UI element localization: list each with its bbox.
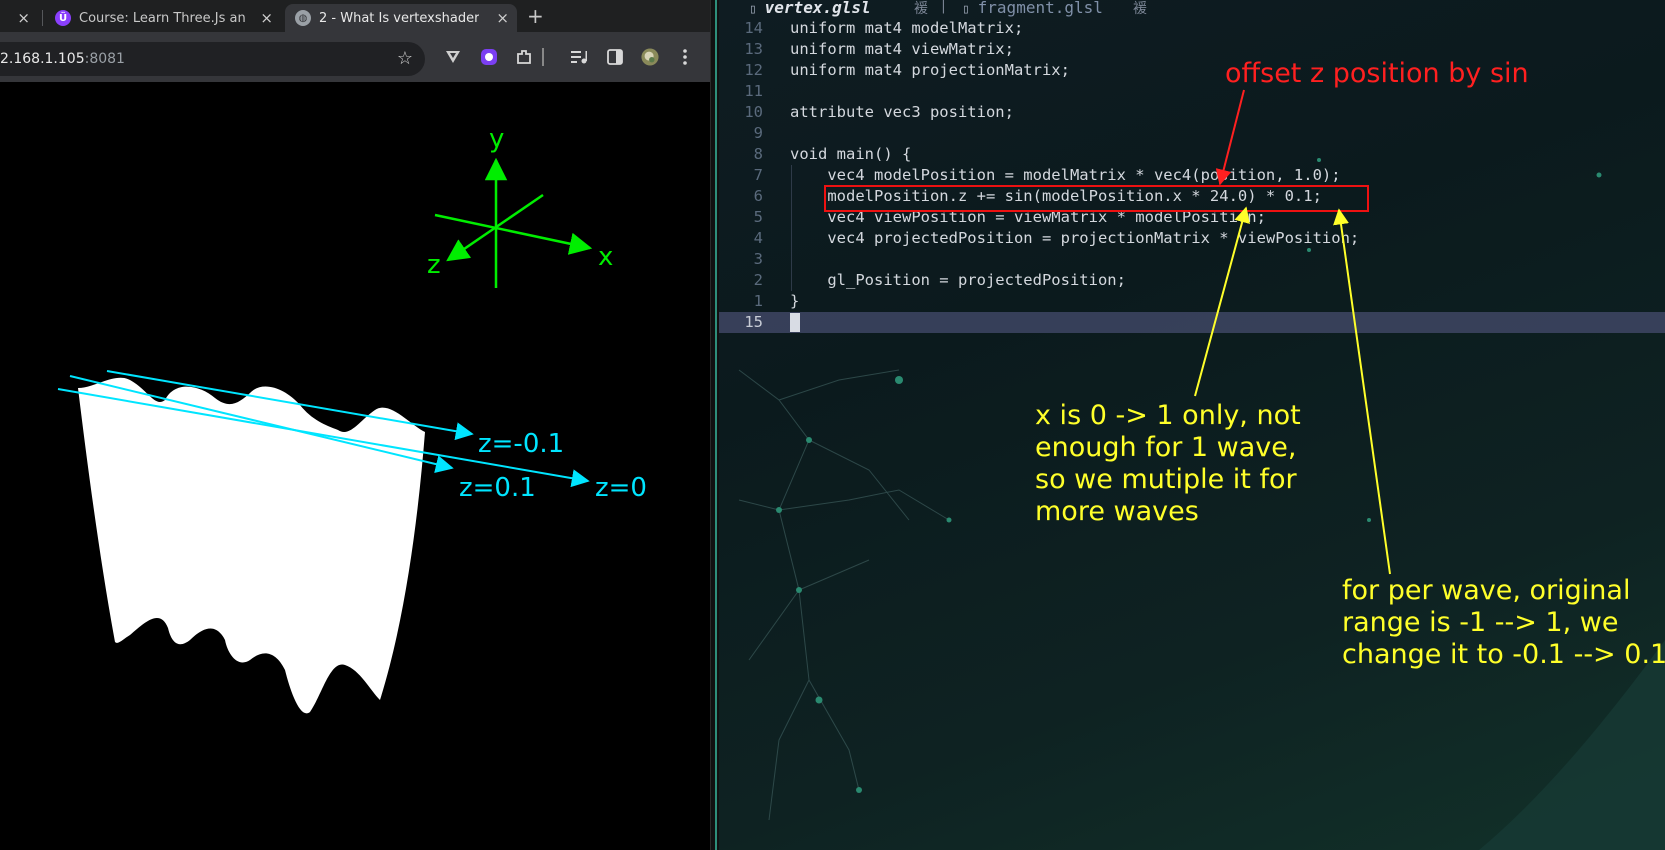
code-line[interactable]: 2 gl_Position = projectedPosition; (719, 270, 1665, 291)
udemy-icon: Ü (55, 10, 71, 26)
line-number: 2 (753, 271, 763, 289)
line-number: 15 (744, 313, 763, 331)
highlight-box (824, 185, 1369, 212)
extensions-icon[interactable] (515, 48, 533, 66)
code-line[interactable]: 10 attribute vec3 position; (719, 102, 1665, 123)
line-number: 4 (753, 229, 763, 247)
annotation-yellow-range: for per wave, original range is -1 --> 1… (1342, 575, 1665, 670)
code-line[interactable]: 4 vec4 projectedPosition = projectionMat… (719, 228, 1665, 249)
line-number: 6 (753, 187, 763, 205)
modified-mark: 褑 (914, 1, 928, 17)
tab-title: 2 - What Is vertexshader (319, 10, 480, 26)
text-cursor (790, 313, 800, 332)
close-tab-icon[interactable]: × (496, 9, 509, 27)
line-number: 14 (744, 19, 763, 37)
code-line[interactable]: 13 uniform mat4 viewMatrix; (719, 39, 1665, 60)
tab-bar: × Ü Course: Learn Three.Js an × ◍ 2 - Wh… (0, 0, 710, 32)
z-neg-label: z=-0.1 (478, 429, 564, 459)
line-text: gl_Position = projectedPosition; (790, 271, 1126, 289)
new-tab-button[interactable]: + (527, 4, 544, 28)
line-text: vec4 modelPosition = modelMatrix * vec4(… (790, 166, 1341, 184)
media-control-icon[interactable] (570, 48, 588, 66)
tab-active[interactable]: ◍ 2 - What Is vertexshader × (285, 4, 517, 32)
z-axis-label: z (427, 250, 441, 280)
tab-vertex-glsl[interactable]: ▯ vertex.glsl (749, 0, 871, 17)
z-zero-label: z=0 (595, 473, 647, 503)
close-tab-icon[interactable]: × (260, 9, 273, 27)
address-bar[interactable]: 2.168.1.105:8081 ☆ (0, 42, 425, 76)
line-number: 7 (753, 166, 763, 184)
tab-divider (42, 10, 43, 26)
modified-mark: 褑 (1133, 1, 1147, 17)
url-port: :8081 (84, 51, 125, 67)
side-panel-icon[interactable] (606, 48, 624, 66)
proton-pass-icon[interactable] (480, 48, 498, 66)
x-axis-label: x (598, 242, 613, 272)
line-text: uniform mat4 projectionMatrix; (790, 61, 1070, 79)
tab-partial[interactable]: × (0, 4, 38, 32)
file-icon: ▯ (749, 2, 765, 17)
screen: × Ü Course: Learn Three.Js an × ◍ 2 - Wh… (0, 0, 1665, 850)
line-text: attribute vec3 position; (790, 103, 1014, 121)
line-number: 9 (753, 124, 763, 142)
code-line-current[interactable]: 15 (719, 312, 1665, 333)
toolbar-separator (542, 48, 544, 66)
z-pos-label: z=0.1 (459, 473, 536, 503)
annotation-red: offset z position by sin (1225, 58, 1529, 89)
x-axis-arrow (434, 213, 593, 255)
file-icon: ▯ (962, 2, 978, 17)
line-number: 8 (753, 145, 763, 163)
tab-label: vertex.glsl (764, 0, 871, 17)
code-line[interactable]: 8 void main() { (719, 144, 1665, 165)
browser-toolbar: 2.168.1.105:8081 ☆ (0, 32, 710, 82)
star-icon[interactable]: ☆ (397, 48, 413, 69)
browser-window: × Ü Course: Learn Three.Js an × ◍ 2 - Wh… (0, 0, 710, 850)
code-line[interactable]: 1} (719, 291, 1665, 312)
line-text: void main() { (790, 145, 912, 163)
profile-avatar-icon[interactable] (641, 48, 659, 66)
globe-icon: ◍ (295, 10, 311, 26)
tab-separator: ▏ (943, 0, 952, 14)
code-line[interactable]: 9 (719, 123, 1665, 144)
code-line[interactable]: 14 uniform mat4 modelMatrix; (719, 18, 1665, 39)
webgl-canvas[interactable]: y x z z=-0.1 z=0.1 z=0 (0, 82, 710, 850)
line-text: } (790, 292, 800, 310)
indent-guide (791, 249, 792, 270)
close-tab-icon[interactable]: × (17, 9, 30, 27)
line-text (790, 312, 800, 333)
code-line[interactable]: 7 vec4 modelPosition = modelMatrix * vec… (719, 165, 1665, 186)
line-number: 11 (744, 82, 763, 100)
y-axis-label: y (489, 124, 504, 154)
line-text: uniform mat4 modelMatrix; (790, 19, 1024, 37)
url-text[interactable]: 2.168.1.105:8081 (0, 51, 125, 67)
line-number: 3 (753, 250, 763, 268)
url-host: 2.168.1.105 (0, 51, 85, 67)
tab-course[interactable]: Ü Course: Learn Three.Js an × (45, 4, 281, 32)
line-number: 13 (744, 40, 763, 58)
window-divider[interactable] (710, 0, 719, 850)
vpn-icon[interactable] (444, 48, 462, 66)
editor-tab-bar: ▯ vertex.glsl 褑 ▏ ▯ fragment.glsl 褑 (719, 0, 1665, 18)
line-text: vec4 projectedPosition = projectionMatri… (790, 229, 1360, 247)
line-text: uniform mat4 viewMatrix; (790, 40, 1014, 58)
line-number: 10 (744, 103, 763, 121)
line-number: 12 (744, 61, 763, 79)
tab-label: fragment.glsl (977, 0, 1103, 17)
divider-accent (715, 0, 717, 850)
tab-fragment-glsl[interactable]: ▯ fragment.glsl (962, 0, 1103, 17)
code-line[interactable]: 3 (719, 249, 1665, 270)
axes-gizmo: y x z (427, 124, 613, 288)
line-number: 1 (753, 292, 763, 310)
tab-title: Course: Learn Three.Js an (79, 10, 246, 26)
annotation-yellow-multiplier: x is 0 -> 1 only, not enough for 1 wave,… (1035, 400, 1301, 527)
wavy-plane-mesh (78, 377, 425, 714)
menu-kebab-icon[interactable] (676, 48, 694, 66)
line-number: 5 (753, 208, 763, 226)
